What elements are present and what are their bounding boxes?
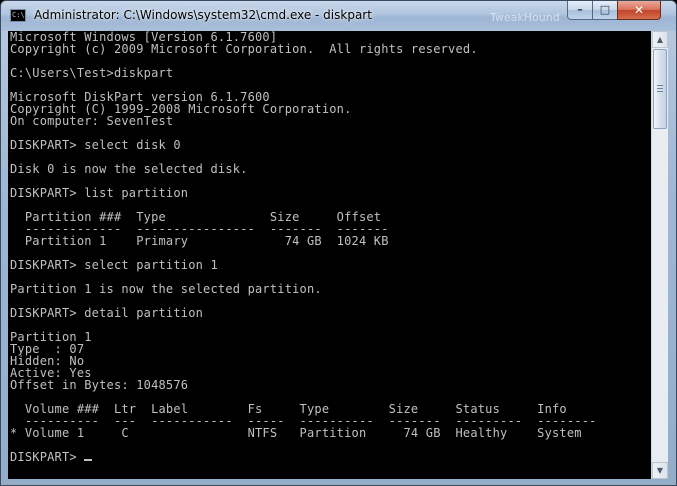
console-line: Offset in Bytes: 1048576 xyxy=(10,378,189,392)
console-line: DISKPART> detail partition xyxy=(10,306,204,320)
cmd-window: C:\ Administrator: C:\Windows\system32\c… xyxy=(0,0,677,486)
cmd-app-icon[interactable]: C:\ xyxy=(10,9,26,22)
scroll-thumb[interactable] xyxy=(653,49,667,129)
scroll-down-arrow-icon[interactable]: ▼ xyxy=(652,462,668,479)
console-line: * Volume 1 C NTFS Partition 74 GB Health… xyxy=(10,426,582,440)
close-button[interactable]: ✕ xyxy=(617,1,661,20)
console-line: Disk 0 is now the selected disk. xyxy=(10,162,248,176)
maximize-button[interactable]: □ xyxy=(592,1,618,20)
console-line: On computer: SevenTest xyxy=(10,114,174,128)
console-line: DISKPART> select disk 0 xyxy=(10,138,181,152)
minimize-button[interactable]: – xyxy=(567,1,593,20)
console-area[interactable]: Microsoft Windows [Version 6.1.7600] Cop… xyxy=(8,31,651,479)
grip-line xyxy=(657,91,663,92)
text-cursor xyxy=(84,459,93,461)
console-output: Microsoft Windows [Version 6.1.7600] Cop… xyxy=(10,31,597,463)
grip-line xyxy=(657,85,663,86)
console-line: Copyright (c) 2009 Microsoft Corporation… xyxy=(10,42,478,56)
scroll-up-arrow-icon[interactable]: ▲ xyxy=(652,31,668,48)
vertical-scrollbar[interactable]: ▲ ▼ xyxy=(651,31,668,479)
title-bar[interactable]: C:\ Administrator: C:\Windows\system32\c… xyxy=(1,1,676,31)
console-line: Partition 1 is now the selected partitio… xyxy=(10,282,322,296)
window-title: Administrator: C:\Windows\system32\cmd.e… xyxy=(34,8,372,22)
console-line: DISKPART> list partition xyxy=(10,186,189,200)
console-line: DISKPART> select partition 1 xyxy=(10,258,218,272)
console-line: C:\Users\Test>diskpart xyxy=(10,66,174,80)
console-line: DISKPART> xyxy=(10,450,85,464)
grip-line xyxy=(657,88,663,89)
watermark-text: TweakHound xyxy=(490,11,560,24)
console-line: Partition 1 Primary 74 GB 1024 KB xyxy=(10,234,389,248)
